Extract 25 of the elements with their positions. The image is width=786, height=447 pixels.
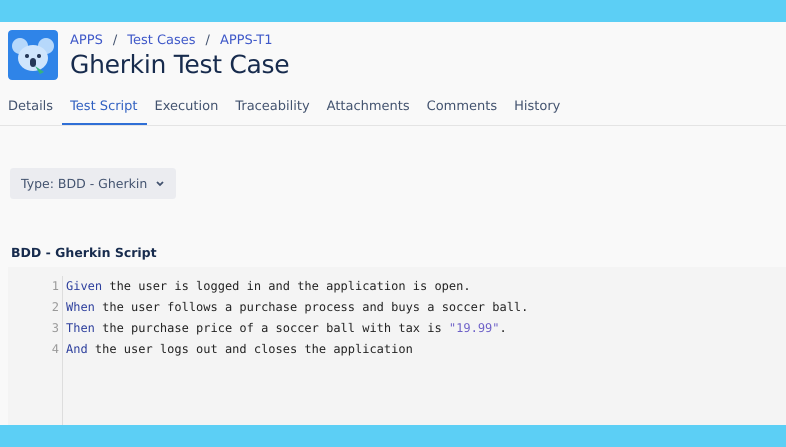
type-dropdown[interactable]: Type: BDD - Gherkin: [10, 168, 176, 199]
breadcrumb-separator: /: [206, 33, 210, 48]
breadcrumb-separator: /: [112, 33, 118, 48]
tab[interactable]: Traceability: [227, 94, 319, 125]
tab[interactable]: Comments: [418, 94, 506, 125]
section-heading: BDD - Gherkin Script: [11, 245, 158, 260]
breadcrumb-link[interactable]: APPS-T1: [220, 33, 272, 48]
line-number: 4: [52, 341, 59, 358]
tab[interactable]: Execution: [146, 94, 228, 125]
koala-logo-icon: [8, 30, 58, 80]
tab[interactable]: Test Script: [62, 94, 147, 125]
chevron-down-icon: [156, 180, 164, 186]
tab[interactable]: History: [506, 94, 570, 125]
page-title: Gherkin Test Case: [70, 50, 290, 79]
code-line: When the user follows a purchase process and buys a soccer ball.: [66, 299, 528, 316]
code-line: Then the purchase price of a soccer ball with tax is "19.99".: [66, 320, 507, 337]
tab[interactable]: Attachments: [318, 94, 419, 125]
code-line: And the user logs out and closes the application: [66, 341, 413, 358]
line-number: 1: [52, 278, 59, 295]
line-number: 3: [52, 320, 59, 337]
code-line: Given the user is logged in and the application is open.: [66, 278, 471, 295]
breadcrumb-link[interactable]: APPS: [70, 33, 103, 48]
tab[interactable]: Details: [0, 94, 62, 125]
line-number: 2: [52, 299, 59, 316]
breadcrumb-link[interactable]: Test Cases: [127, 33, 196, 48]
